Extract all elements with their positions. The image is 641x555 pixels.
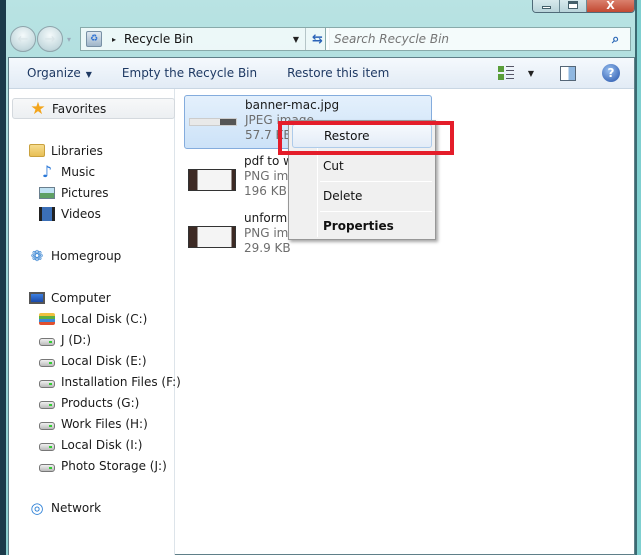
computer-icon (29, 291, 45, 304)
sidebar-item-favorites[interactable]: ★ Favorites (12, 98, 175, 119)
forward-arrow-icon: → (44, 31, 56, 47)
windows-disk-icon (39, 312, 55, 325)
libraries-folder-icon (29, 144, 45, 157)
organize-button[interactable]: Organize ▼ (27, 66, 92, 80)
recent-pages-dropdown[interactable]: ▾ (67, 35, 77, 44)
file-name: banner-mac.jpg (245, 98, 340, 112)
music-note-icon: ♪ (41, 162, 53, 181)
context-menu-separator (320, 211, 432, 212)
address-dropdown-icon[interactable]: ▼ (293, 35, 299, 44)
file-thumbnail (188, 226, 236, 248)
sidebar-item-drive-g[interactable]: Products (G:) (39, 392, 139, 413)
forward-button[interactable]: → (37, 26, 63, 52)
sidebar-item-drive-f[interactable]: Installation Files (F:) (39, 371, 181, 392)
sidebar-item-label: Local Disk (I:) (61, 437, 143, 452)
command-bar: Organize ▼ Empty the Recycle Bin Restore … (9, 58, 634, 89)
close-button[interactable]: X (587, 0, 634, 12)
context-menu-separator (320, 151, 432, 152)
pictures-icon (39, 186, 55, 199)
file-size: 29.9 KB (244, 241, 291, 255)
sidebar-item-label: Photo Storage (J:) (61, 458, 167, 473)
sidebar-item-drive-d[interactable]: J (D:) (39, 329, 91, 350)
context-menu-cut[interactable]: Cut (292, 154, 432, 178)
context-menu-delete[interactable]: Delete (292, 184, 432, 208)
context-menu-restore[interactable]: Restore (292, 124, 432, 148)
organize-label: Organize (27, 66, 81, 80)
back-arrow-icon: ← (17, 31, 29, 47)
sidebar-item-videos[interactable]: Videos (39, 203, 101, 224)
toolbar-right: ▼ ? (497, 64, 620, 82)
sidebar-item-label: Libraries (51, 143, 103, 158)
sidebar-item-computer[interactable]: Computer (29, 287, 111, 308)
breadcrumb-recycle-bin[interactable]: Recycle Bin (124, 32, 293, 46)
maximize-button[interactable] (560, 0, 587, 12)
search-icon[interactable]: ⌕ (612, 32, 630, 47)
sidebar-item-music[interactable]: ♪ Music (39, 161, 95, 182)
sidebar-item-drive-i[interactable]: Local Disk (I:) (39, 434, 142, 455)
sidebar-item-label: Pictures (61, 185, 109, 200)
view-options-dropdown[interactable]: ▼ (528, 69, 534, 78)
file-thumbnail (188, 169, 236, 191)
sidebar-item-homegroup[interactable]: ❁ Homegroup (29, 245, 122, 266)
navigation-pane: ★ Favorites Libraries ♪ Music Pictures V… (9, 89, 181, 555)
sidebar-item-label: Computer (51, 290, 111, 305)
sidebar-item-drive-j[interactable]: Photo Storage (J:) (39, 455, 167, 476)
breadcrumb-separator-icon[interactable]: ▸ (112, 35, 116, 44)
navigation-bar: ← → ▾ ♻ ▸ Recycle Bin ▼ ⇆ ⌕ (10, 26, 631, 52)
sidebar-item-drive-e[interactable]: Local Disk (E:) (39, 350, 147, 371)
hard-drive-icon (39, 400, 55, 409)
context-menu-separator (320, 181, 432, 182)
sidebar-item-label: Favorites (52, 101, 107, 116)
hard-drive-icon (39, 379, 55, 388)
network-globe-icon: ◎ (30, 498, 44, 517)
close-icon: X (606, 0, 615, 12)
desktop-edge-right (635, 0, 641, 555)
hard-drive-icon (39, 358, 55, 367)
maximize-icon (568, 1, 578, 9)
chevron-down-icon: ▼ (85, 70, 92, 79)
caption-buttons: X (532, 0, 635, 13)
sidebar-item-label: Network (51, 500, 102, 515)
search-box[interactable]: ⌕ (325, 27, 631, 51)
sidebar-item-label: Products (G:) (61, 395, 140, 410)
recycle-bin-icon: ♻ (86, 31, 102, 47)
sidebar-item-label: Homegroup (51, 248, 122, 263)
sidebar-item-label: Local Disk (E:) (61, 353, 147, 368)
restore-item-button[interactable]: Restore this item (287, 66, 389, 80)
sidebar-item-label: Installation Files (F:) (61, 374, 181, 389)
desktop-edge-left (0, 0, 6, 555)
sidebar-item-pictures[interactable]: Pictures (39, 182, 109, 203)
sidebar-item-label: Videos (61, 206, 101, 221)
sidebar-item-label: Music (61, 164, 96, 179)
change-view-icon[interactable] (497, 66, 514, 80)
star-icon: ★ (30, 98, 46, 119)
sidebar-item-network[interactable]: ◎ Network (29, 497, 101, 518)
sidebar-item-label: Work Files (H:) (61, 416, 148, 431)
sidebar-item-libraries[interactable]: Libraries (29, 140, 103, 161)
minimize-button[interactable] (533, 0, 560, 12)
hard-drive-icon (39, 442, 55, 451)
empty-recycle-bin-button[interactable]: Empty the Recycle Bin (122, 66, 257, 80)
homegroup-icon: ❁ (30, 246, 44, 265)
file-thumbnail (189, 118, 237, 126)
back-button[interactable]: ← (10, 26, 36, 52)
sidebar-item-label: J (D:) (61, 332, 91, 347)
context-menu-properties[interactable]: Properties (292, 214, 432, 238)
context-menu: Restore Cut Delete Properties (288, 120, 436, 240)
sidebar-item-label: Local Disk (C:) (61, 311, 148, 326)
help-icon[interactable]: ? (602, 64, 620, 82)
preview-pane-icon[interactable] (560, 65, 576, 81)
film-strip-icon (39, 206, 55, 221)
hard-drive-icon (39, 421, 55, 430)
sidebar-item-drive-c[interactable]: Local Disk (C:) (39, 308, 147, 329)
hard-drive-icon (39, 463, 55, 472)
address-bar[interactable]: ♻ ▸ Recycle Bin ▼ ⇆ (80, 27, 330, 51)
sidebar-item-drive-h[interactable]: Work Files (H:) (39, 413, 148, 434)
hard-drive-icon (39, 337, 55, 346)
search-input[interactable] (334, 32, 612, 46)
minimize-icon (541, 5, 551, 9)
